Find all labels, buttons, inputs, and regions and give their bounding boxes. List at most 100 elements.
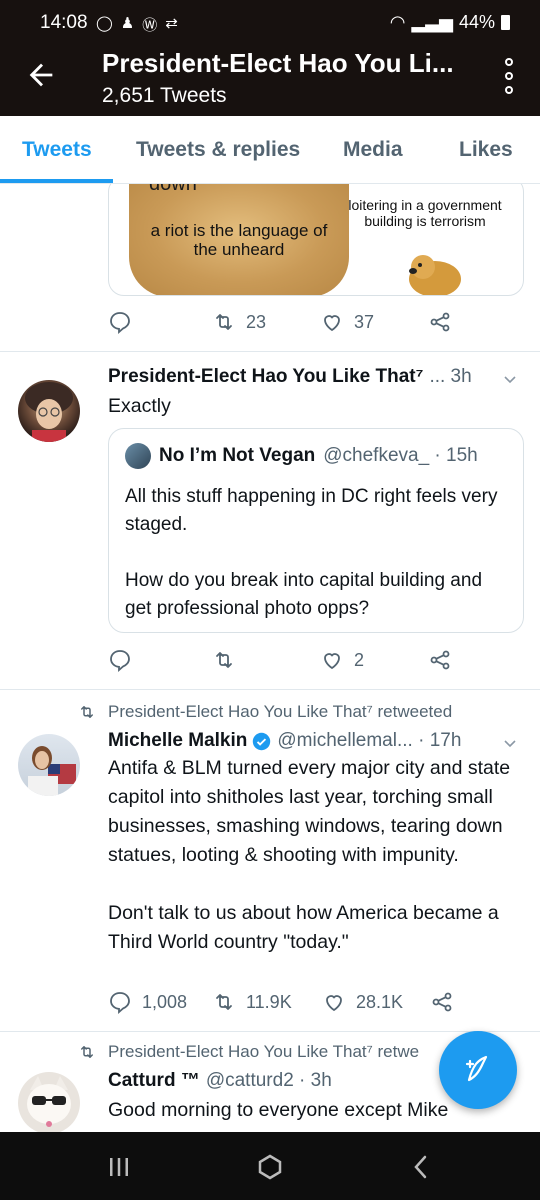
active-tab-indicator (0, 179, 113, 183)
tweet-actions: 1,008 11.9K 28.1K (108, 990, 454, 1014)
retweet-button[interactable]: 11.9K (212, 990, 322, 1014)
home-icon[interactable] (255, 1152, 285, 1182)
retweet-icon (216, 314, 232, 330)
compose-feather-icon (465, 1055, 488, 1082)
avatar-image (28, 746, 76, 796)
tab-tweets-and-replies[interactable]: Tweets & replies (136, 138, 300, 162)
tab-media[interactable]: Media (343, 138, 403, 162)
system-navigation-bar (0, 1132, 540, 1200)
tab-likes[interactable]: Likes (459, 138, 513, 162)
like-count: 28.1K (356, 991, 404, 1012)
like-button[interactable]: 2 (320, 648, 428, 672)
meme-caption-right: loitering in a government building is te… (348, 197, 502, 229)
retweeted-by-text[interactable]: President-Elect Hao You Like That⁷ retwe (108, 1042, 419, 1062)
share-button[interactable] (428, 310, 452, 334)
share-icon (432, 992, 452, 1012)
tweet-author-row: Catturd ™ @catturd2 · 3h (108, 1070, 332, 1092)
retweet-icon (216, 652, 232, 668)
status-time: 14:08 (40, 12, 88, 33)
profile-title: President-Elect Hao You Li... (102, 48, 454, 78)
reply-button[interactable]: 1,008 (108, 990, 212, 1014)
retweet-count: 11.9K (246, 991, 292, 1012)
screen: 14:08 ◯ ♟ Ⓦ ⇄ ◠ ▂▃▅ 44% President-Elect … (0, 0, 540, 1200)
chevron-down-icon[interactable] (502, 372, 518, 388)
tweet-count: 2,651 Tweets (102, 84, 227, 107)
retweet-icon (216, 994, 232, 1010)
profile-tabs: Tweets Tweets & replies Media Likes (0, 116, 540, 184)
more-options-icon[interactable] (502, 58, 516, 94)
like-button[interactable]: 37 (320, 310, 428, 334)
reply-button[interactable] (108, 310, 212, 334)
retweeted-by-line: President-Elect Hao You Like That⁷ retwe (78, 1042, 419, 1062)
share-button[interactable] (428, 648, 452, 672)
retweet-icon (81, 1046, 93, 1058)
retweet-button[interactable]: 23 (212, 310, 320, 334)
retweeted-by-text[interactable]: President-Elect Hao You Like That⁷ retwe… (108, 702, 452, 722)
tab-tweets[interactable]: Tweets (22, 138, 92, 162)
quoted-avatar (125, 443, 151, 469)
battery-text: 44% (458, 12, 495, 32)
tweet-item[interactable]: President-Elect Hao You Like That⁷ retwe… (0, 690, 540, 1032)
back-arrow-icon[interactable] (24, 58, 58, 92)
battery-icon (501, 15, 510, 30)
wifi-icon: ◠ (389, 12, 406, 32)
share-button[interactable] (430, 990, 454, 1014)
recent-apps-icon[interactable] (104, 1152, 134, 1182)
heart-icon (326, 995, 342, 1012)
author-name[interactable]: Catturd ™ (108, 1070, 200, 1092)
reply-icon (110, 650, 130, 672)
tweet-text: Antifa & BLM turned every major city and… (108, 754, 518, 957)
retweet-notification-icon: ⇄ (165, 15, 178, 32)
tweet-meta: @michellemal... · 17h (277, 730, 462, 751)
chevron-down-icon[interactable] (502, 736, 518, 752)
tweet-meta: @catturd2 · 3h (205, 1070, 332, 1091)
avatar[interactable] (18, 734, 80, 796)
meme-caption-top: down (149, 184, 197, 195)
meme-caption-left: a riot is the language of the unheard (150, 221, 328, 259)
retweet-button[interactable] (212, 648, 320, 672)
quoted-tweet-text: All this stuff happening in DC right fee… (125, 483, 505, 623)
snapchat-icon: ♟ (120, 15, 135, 32)
author-name[interactable]: Michelle Malkin (108, 730, 247, 752)
avatar[interactable] (18, 1072, 80, 1132)
signal-icon: ▂▃▅ (411, 12, 453, 32)
quoted-tweet[interactable]: No I’m Not Vegan @chefkeva_ · 15h All th… (108, 428, 524, 633)
share-icon (430, 312, 450, 332)
avatar-image (25, 382, 73, 442)
verified-badge-icon (253, 732, 271, 750)
tweet-text-paragraph: Antifa & BLM turned every major city and… (108, 757, 511, 866)
like-count: 37 (354, 311, 375, 332)
cheems-doge-image (409, 255, 461, 295)
tweet-actions: 2 (108, 648, 452, 672)
back-nav-icon[interactable] (406, 1152, 436, 1182)
avatar[interactable] (18, 380, 80, 442)
heart-icon (324, 315, 340, 332)
retweet-icon (81, 706, 93, 718)
tweet-text-paragraph: Don't talk to us about how America becam… (108, 902, 499, 953)
app-header: 14:08 ◯ ♟ Ⓦ ⇄ ◠ ▂▃▅ 44% President-Elect … (0, 0, 540, 116)
reply-icon (110, 992, 130, 1014)
tweet-item[interactable]: President-Elect Hao You Like That⁷ ... 3… (0, 352, 540, 690)
status-right: ◠ ▂▃▅ 44% (390, 12, 510, 33)
author-name[interactable]: President-Elect Hao You Like That⁷ (108, 366, 423, 388)
reply-count: 1,008 (142, 991, 188, 1012)
reply-button[interactable] (108, 648, 212, 672)
retweet-count: 23 (246, 311, 267, 332)
whatsapp-icon: ◯ (96, 15, 113, 32)
retweeted-by-line: President-Elect Hao You Like That⁷ retwe… (78, 702, 452, 722)
tweet-meta: ... 3h (429, 366, 472, 387)
compose-tweet-button[interactable] (439, 1031, 517, 1109)
like-button[interactable]: 28.1K (322, 990, 430, 1014)
heart-icon (324, 653, 340, 670)
tweet-actions: 23 37 (108, 310, 452, 334)
app-notification-icon: Ⓦ (142, 17, 158, 34)
tweet-item[interactable]: down a riot is the language of the unhea… (0, 184, 540, 352)
quoted-author-name: No I’m Not Vegan (159, 445, 316, 466)
tweet-author-row: Michelle Malkin @michellemal... · 17h (108, 730, 461, 752)
tweet-feed[interactable]: down a riot is the language of the unhea… (0, 184, 540, 1132)
quoted-text-paragraph: How do you break into capital building a… (125, 570, 483, 619)
avatar-image (27, 1076, 71, 1127)
tweet-media-image[interactable]: down a riot is the language of the unhea… (108, 184, 524, 296)
quoted-text-paragraph: All this stuff happening in DC right fee… (125, 486, 498, 535)
quoted-handle-time: @chefkeva_ · 15h (323, 445, 478, 466)
